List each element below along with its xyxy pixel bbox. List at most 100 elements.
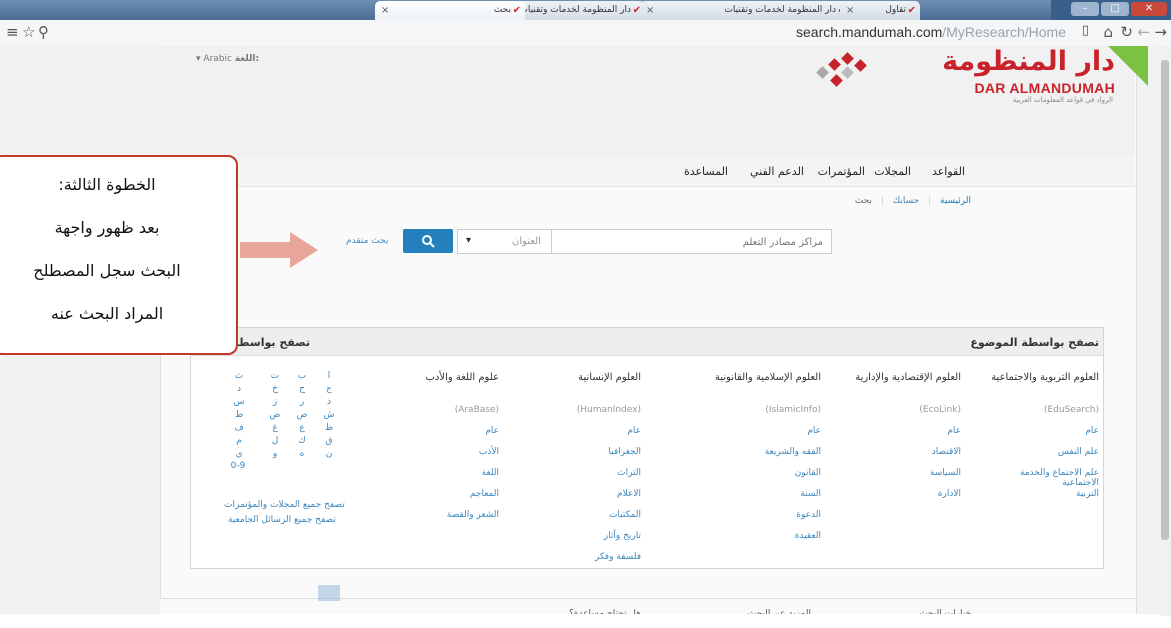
minimize-icon[interactable]: – [1071, 2, 1099, 16]
letter-link[interactable]: خ [268, 384, 282, 394]
letter-link[interactable]: ب [295, 371, 309, 381]
subject-link[interactable]: الدعوة [721, 510, 821, 520]
subject-link[interactable]: تاريخ وآثار [541, 531, 641, 541]
subject-link[interactable]: السياسة [861, 468, 961, 478]
page-icon[interactable]: ▯ [1082, 23, 1089, 38]
letter-link[interactable]: س [232, 397, 246, 407]
advanced-search-link[interactable]: بحث متقدم [346, 236, 388, 246]
subject-link[interactable]: عام [399, 426, 499, 436]
subject-link[interactable]: المعاجم [399, 489, 499, 499]
letter-link[interactable]: ي [232, 449, 246, 459]
letter-link[interactable]: ض [268, 410, 282, 420]
tab-label: دار المنظومة لخدمات وتقنيات [519, 5, 631, 15]
subject-link[interactable]: علم النفس [999, 447, 1099, 457]
nav-item-help[interactable]: المساعدة [684, 165, 728, 178]
subject-link[interactable]: عام [999, 426, 1099, 436]
letter-link[interactable]: ك [295, 436, 309, 446]
maximize-icon[interactable]: □ [1101, 2, 1129, 16]
language-selector[interactable]: ▾ Arabic اللغة: [196, 54, 259, 64]
letter-link[interactable]: غ [268, 423, 282, 433]
subject-link[interactable]: المكتبات [541, 510, 641, 520]
url-path: /MyResearch/Home [942, 24, 1066, 40]
browse-panel [190, 327, 1104, 569]
subject-link[interactable]: السنة [721, 489, 821, 499]
letter-link[interactable]: ش [322, 410, 336, 420]
address-bar: ≡ ☆ ⚲ search.mandumah.com/MyResearch/Hom… [0, 20, 1171, 47]
subject-link[interactable]: الادارة [861, 489, 961, 499]
breadcrumb: الرئيسية | حسابك | بحث [855, 196, 971, 206]
letter-link[interactable]: ق [322, 436, 336, 446]
nav-item-databases[interactable]: القواعد [932, 165, 965, 178]
site-favicon-icon: ✔ [512, 5, 521, 16]
subject-link[interactable]: التربية [999, 489, 1099, 499]
subject-link[interactable]: التراث [541, 468, 641, 478]
browser-tab[interactable]: ×✔دار المنظومة لخدمات وتقنيات [640, 1, 850, 20]
search-button[interactable] [403, 229, 453, 253]
letter-link[interactable]: ل [268, 436, 282, 446]
window-controls: – □ ✕ [1051, 0, 1171, 20]
forward-icon[interactable]: ← [1137, 23, 1150, 41]
home-icon[interactable]: ⌂ [1103, 23, 1113, 41]
letter-link[interactable]: ث [232, 371, 246, 381]
letter-link[interactable]: ف [232, 423, 246, 433]
subject-link[interactable]: العقيدة [721, 531, 821, 541]
extension-icon[interactable]: ⚲ [38, 23, 49, 41]
subject-link[interactable]: عام [721, 426, 821, 436]
letter-link[interactable]: م [232, 436, 246, 446]
nav-item-conferences[interactable]: المؤتمرات [818, 165, 865, 178]
subject-link[interactable]: اللغة [399, 468, 499, 478]
browse-all-theses-link[interactable]: تصفح جميع الرسائل الجامعية [228, 515, 336, 525]
subject-link[interactable]: الأدب [399, 447, 499, 457]
reload-icon[interactable]: ↻ [1120, 23, 1133, 41]
letter-link[interactable]: ط [232, 410, 246, 420]
letter-link[interactable]: ن [322, 449, 336, 459]
star-icon[interactable]: ☆ [22, 23, 35, 41]
search-field-select[interactable]: العنوان ▾ [457, 229, 551, 254]
subject-link[interactable]: الجغرافيا [541, 447, 641, 457]
letter-link[interactable]: و [268, 449, 282, 459]
letter-link[interactable]: ر [295, 397, 309, 407]
browser-tab[interactable]: × ✔ تقاول [840, 1, 920, 20]
subject-link[interactable]: الاقتصاد [861, 447, 961, 457]
letter-link[interactable]: ج [322, 384, 336, 394]
letter-link[interactable]: ص [295, 410, 309, 420]
letter-link[interactable]: ت [268, 371, 282, 381]
browse-all-journals-link[interactable]: تصفح جميع المجلات والمؤتمرات [224, 500, 345, 510]
menu-icon[interactable]: ≡ [6, 23, 19, 41]
browser-tab-active[interactable]: × ✔ بحث [375, 1, 525, 20]
subject-link[interactable]: عام [861, 426, 961, 436]
instruction-callout: الخطوة الثالثة: بعد ظهور واجهة البحث سجل… [0, 155, 238, 355]
back-icon[interactable]: → [1154, 23, 1167, 41]
letter-link[interactable]: ز [268, 397, 282, 407]
nav-item-journals[interactable]: المجلات [874, 165, 911, 178]
letter-link[interactable]: د [232, 384, 246, 394]
letter-link[interactable]: ه [295, 449, 309, 459]
letter-link[interactable]: ظ [322, 423, 336, 433]
callout-line: المراد البحث عنه [50, 304, 164, 323]
letter-link[interactable]: 0-9 [224, 461, 252, 471]
close-tab-icon[interactable]: × [381, 1, 389, 20]
nav-item-support[interactable]: الدعم الفني [750, 165, 804, 178]
subject-link[interactable]: عام [541, 426, 641, 436]
letter-link[interactable]: ا [322, 371, 336, 381]
close-tab-icon[interactable]: × [646, 1, 654, 20]
column-database: (EduSearch) [1043, 405, 1099, 415]
callout-line: الخطوة الثالثة: [58, 175, 156, 194]
breadcrumb-account[interactable]: حسابك [893, 196, 919, 206]
subject-link[interactable]: الفقه والشريعة [721, 447, 821, 457]
letter-link[interactable]: ح [295, 384, 309, 394]
close-window-icon[interactable]: ✕ [1131, 2, 1167, 16]
letter-link[interactable]: ذ [322, 397, 336, 407]
close-tab-icon[interactable]: × [846, 1, 854, 20]
subject-link[interactable]: الاعلام [541, 489, 641, 499]
breadcrumb-home[interactable]: الرئيسية [940, 196, 971, 206]
subject-link[interactable]: الشعر والقصة [399, 510, 499, 520]
letter-link[interactable]: ع [295, 423, 309, 433]
subject-link[interactable]: علم الاجتماع والخدمة الاجتماعية [999, 468, 1099, 488]
scrollbar-thumb[interactable] [1161, 60, 1169, 540]
subject-link[interactable]: فلسفة وفكر [541, 552, 641, 562]
subject-link[interactable]: القانون [721, 468, 821, 478]
column-title: العلوم الإقتصادية والإدارية [855, 372, 961, 383]
search-input[interactable] [552, 231, 831, 254]
url-field[interactable]: search.mandumah.com/MyResearch/Home [796, 24, 1066, 40]
